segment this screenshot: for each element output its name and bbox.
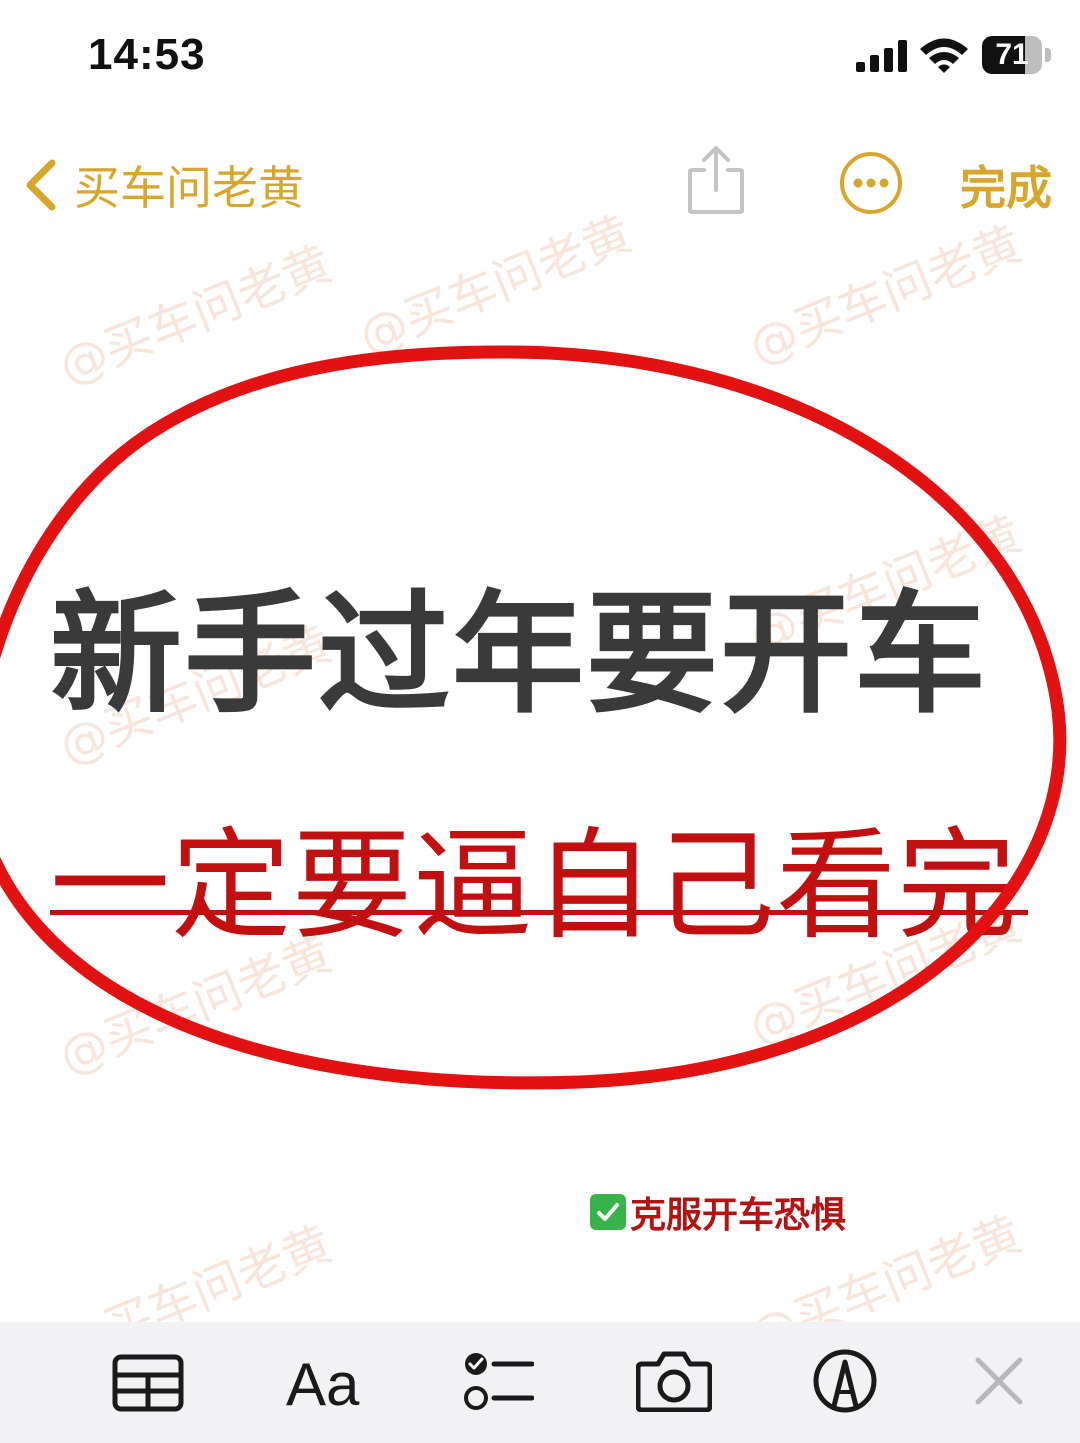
- tagline: 克服开车恐惧: [590, 1186, 846, 1238]
- close-icon[interactable]: [974, 1356, 1024, 1406]
- table-icon[interactable]: [112, 1354, 184, 1412]
- chevron-left-icon: [26, 159, 56, 211]
- cellular-signal-icon: [856, 40, 907, 72]
- battery-level: 71: [995, 38, 1029, 71]
- back-button-label: 买车问老黄: [74, 161, 304, 215]
- share-icon[interactable]: [686, 144, 746, 216]
- format-icon[interactable]: Aa: [286, 1350, 359, 1419]
- more-options-icon[interactable]: [838, 150, 904, 216]
- notes-screen: 14:53 71 买车问老黄 完成 @买车问老黄 @买车问老黄 @买车问老黄 @…: [0, 0, 1080, 1443]
- camera-icon[interactable]: [636, 1350, 712, 1412]
- battery-icon: 71: [982, 36, 1054, 76]
- watermark: @买车问老黄: [741, 215, 1030, 376]
- watermark: @买车问老黄: [351, 205, 640, 366]
- subheadline-underline: [50, 910, 1028, 915]
- wifi-icon: [920, 38, 968, 73]
- done-button[interactable]: 完成: [960, 152, 1052, 218]
- watermark: @买车问老黄: [51, 235, 340, 396]
- tagline-text: 克服开车恐惧: [630, 1195, 847, 1236]
- note-headline: 新手过年要开车: [50, 578, 988, 732]
- status-time: 14:53: [88, 30, 206, 79]
- checklist-icon[interactable]: [462, 1350, 534, 1414]
- check-mark-icon: [590, 1194, 626, 1230]
- note-subheadline: 一定要逼自己看完: [50, 817, 1018, 956]
- back-button[interactable]: 买车问老黄: [20, 150, 304, 220]
- bottom-toolbar: Aa: [0, 1322, 1080, 1443]
- markup-icon[interactable]: [812, 1348, 878, 1414]
